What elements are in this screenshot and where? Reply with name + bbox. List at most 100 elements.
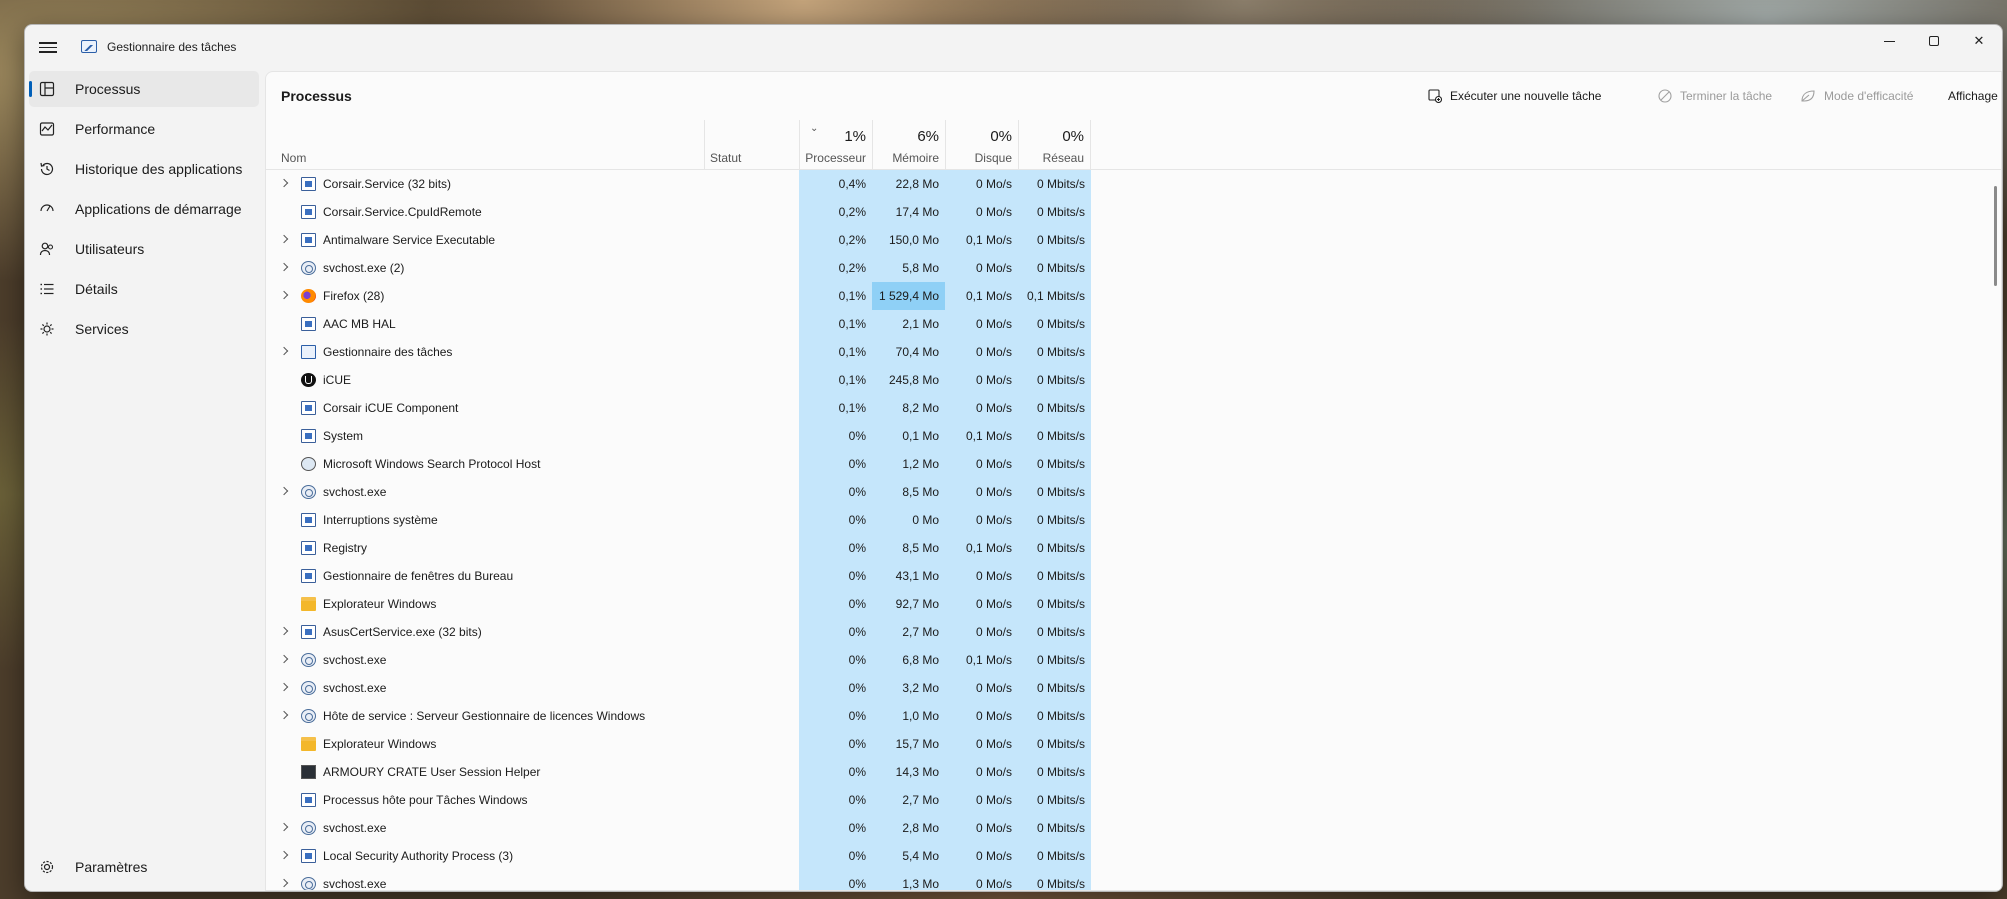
chevron-right-icon[interactable] (280, 627, 288, 635)
process-status-cell (704, 646, 799, 674)
chevron-right-icon[interactable] (280, 655, 288, 663)
efficiency-mode-button[interactable]: Mode d'efficacité (1800, 84, 1913, 108)
column-label: Disque (974, 151, 1012, 165)
process-network-cell: 0 Mbits/s (1018, 646, 1091, 674)
process-name-cell: Processus hôte pour Tâches Windows (266, 786, 704, 814)
table-row[interactable]: svchost.exe 0% 6,8 Mo 0,1 Mo/s 0 Mbits/s (266, 646, 2001, 674)
win-process-icon (301, 205, 316, 219)
sidebar-item-details[interactable]: Détails (29, 271, 259, 307)
table-row[interactable]: Corsair.Service (32 bits) 0,4% 22,8 Mo 0 Mo… (266, 170, 2001, 198)
win-process-icon (301, 177, 316, 191)
table-row[interactable]: AAC MB HAL 0,1% 2,1 Mo 0 Mo/s 0 Mbits/s (266, 310, 2001, 338)
table-row[interactable]: Local Security Authority Process (3) 0% 5,… (266, 842, 2001, 870)
table-row[interactable]: iCUE 0,1% 245,8 Mo 0 Mo/s 0 Mbits/s (266, 366, 2001, 394)
process-memory-cell: 92,7 Mo (872, 590, 945, 618)
table-row[interactable]: System 0% 0,1 Mo 0,1 Mo/s 0 Mbits/s (266, 422, 2001, 450)
close-button[interactable]: ✕ (1956, 25, 2002, 57)
table-row[interactable]: Gestionnaire de fenêtres du Bureau 0% 43,1… (266, 562, 2001, 590)
sidebar-item-startup[interactable]: Applications de démarrage (29, 191, 259, 227)
process-table: Nom Statut ⌄ 1% Processeur 6% Mémoire 0%… (266, 120, 2001, 890)
column-header-memory[interactable]: 6% Mémoire (872, 120, 945, 170)
column-percent: 0% (1062, 128, 1084, 145)
sidebar-item-services[interactable]: Services (29, 311, 259, 347)
table-row[interactable]: svchost.exe 0% 3,2 Mo 0 Mo/s 0 Mbits/s (266, 674, 2001, 702)
table-row[interactable]: svchost.exe 0% 1,3 Mo 0 Mo/s 0 Mbits/s (266, 870, 2001, 890)
process-cpu-cell: 0% (799, 758, 872, 786)
chevron-right-icon[interactable] (280, 823, 288, 831)
task-manager-window: Gestionnaire des tâches ✕ Processus Perf… (24, 24, 2003, 892)
run-task-icon (1428, 89, 1442, 103)
sidebar-item-label: Détails (75, 281, 118, 297)
table-row[interactable]: Registry 0% 8,5 Mo 0,1 Mo/s 0 Mbits/s (266, 534, 2001, 562)
table-row[interactable]: svchost.exe (2) 0,2% 5,8 Mo 0 Mo/s 0 Mbits/s (266, 254, 2001, 282)
vertical-scrollbar[interactable] (1994, 186, 1997, 286)
sidebar-item-history[interactable]: Historique des applications (29, 151, 259, 187)
sidebar-item-processus[interactable]: Processus (29, 71, 259, 107)
process-name: Hôte de service : Serveur Gestionnaire d… (323, 709, 646, 723)
column-header-disk[interactable]: 0% Disque (945, 120, 1018, 170)
table-row[interactable]: Explorateur Windows 0% 15,7 Mo 0 Mo/s 0 Mbit… (266, 730, 2001, 758)
table-row[interactable]: Processus hôte pour Tâches Windows 0% 2,7 … (266, 786, 2001, 814)
hamburger-menu-icon[interactable] (39, 39, 57, 55)
table-row[interactable]: svchost.exe 0% 2,8 Mo 0 Mo/s 0 Mbits/s (266, 814, 2001, 842)
run-new-task-button[interactable]: Exécuter une nouvelle tâche (1428, 84, 1601, 108)
process-status-cell (704, 730, 799, 758)
process-status-cell (704, 870, 799, 890)
sidebar-item-users[interactable]: Utilisateurs (29, 231, 259, 267)
process-disk-cell: 0,1 Mo/s (945, 226, 1018, 254)
end-task-button[interactable]: Terminer la tâche (1658, 84, 1772, 108)
sidebar-item-settings[interactable]: Paramètres (29, 849, 259, 885)
chevron-right-icon[interactable] (280, 235, 288, 243)
column-header-status[interactable]: Statut (704, 120, 799, 170)
view-menu-button[interactable]: Affichage ⌄ (1948, 84, 2002, 108)
process-cpu-cell: 0,1% (799, 366, 872, 394)
table-row[interactable]: Gestionnaire des tâches 0,1% 70,4 Mo 0 Mo/s… (266, 338, 2001, 366)
process-disk-cell: 0 Mo/s (945, 702, 1018, 730)
process-disk-cell: 0 Mo/s (945, 814, 1018, 842)
chevron-right-icon[interactable] (280, 347, 288, 355)
column-header-network[interactable]: 0% Réseau (1018, 120, 1091, 170)
sidebar-item-label: Processus (75, 81, 141, 97)
chevron-right-icon[interactable] (280, 179, 288, 187)
chevron-right-icon[interactable] (280, 263, 288, 271)
process-network-cell: 0 Mbits/s (1018, 394, 1091, 422)
view-label: Affichage (1948, 89, 1998, 103)
app-title: Gestionnaire des tâches (107, 40, 237, 54)
process-cpu-cell: 0% (799, 842, 872, 870)
table-row[interactable]: Hôte de service : Serveur Gestionnaire d… (266, 702, 2001, 730)
chevron-right-icon[interactable] (280, 711, 288, 719)
table-row[interactable]: AsusCertService.exe (32 bits) 0% 2,7 Mo 0 M… (266, 618, 2001, 646)
process-status-cell (704, 338, 799, 366)
process-network-cell: 0 Mbits/s (1018, 450, 1091, 478)
chevron-right-icon[interactable] (280, 291, 288, 299)
gear-process-icon (301, 681, 316, 695)
chevron-right-icon[interactable] (280, 683, 288, 691)
table-row[interactable]: ARMOURY CRATE User Session Helper 0% 14,3 … (266, 758, 2001, 786)
chevron-right-icon[interactable] (280, 879, 288, 887)
table-row[interactable]: Interruptions système 0% 0 Mo 0 Mo/s 0 Mbits… (266, 506, 2001, 534)
table-row[interactable]: Firefox (28) 0,1% 1 529,4 Mo 0,1 Mo/s 0,1 Mb… (266, 282, 2001, 310)
process-name: Microsoft Windows Search Protocol Host (323, 457, 541, 471)
column-header-name[interactable]: Nom (266, 120, 704, 170)
process-memory-cell: 0,1 Mo (872, 422, 945, 450)
win-process-icon (301, 849, 316, 863)
process-name-cell: svchost.exe (266, 478, 704, 506)
chevron-right-icon[interactable] (280, 851, 288, 859)
table-row[interactable]: Corsair iCUE Component 0,1% 8,2 Mo 0 Mo/s 0 … (266, 394, 2001, 422)
table-row[interactable]: Microsoft Windows Search Protocol Host 0%… (266, 450, 2001, 478)
users-icon (39, 242, 54, 256)
table-row[interactable]: Explorateur Windows 0% 92,7 Mo 0 Mo/s 0 Mbit… (266, 590, 2001, 618)
process-name: Explorateur Windows (323, 737, 437, 751)
process-disk-cell: 0 Mo/s (945, 618, 1018, 646)
sidebar-item-performance[interactable]: Performance (29, 111, 259, 147)
process-name-cell: svchost.exe (266, 646, 704, 674)
process-disk-cell: 0 Mo/s (945, 170, 1018, 198)
table-row[interactable]: Corsair.Service.CpuIdRemote 0,2% 17,4 Mo 0 … (266, 198, 2001, 226)
chevron-right-icon[interactable] (280, 487, 288, 495)
column-header-cpu[interactable]: ⌄ 1% Processeur (799, 120, 872, 170)
minimize-button[interactable] (1866, 25, 1912, 57)
process-name-cell: svchost.exe (266, 674, 704, 702)
table-row[interactable]: svchost.exe 0% 8,5 Mo 0 Mo/s 0 Mbits/s (266, 478, 2001, 506)
table-row[interactable]: Antimalware Service Executable 0,2% 150,0 … (266, 226, 2001, 254)
maximize-button[interactable] (1911, 25, 1957, 57)
